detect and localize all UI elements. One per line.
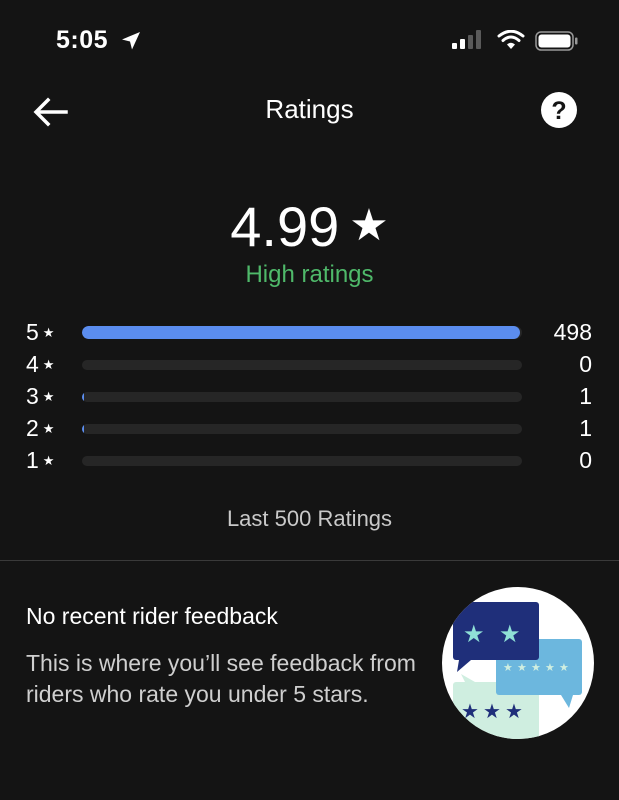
rating-number: 4.99 [230, 195, 340, 258]
bar-fill-2 [82, 424, 84, 434]
svg-text:★: ★ [463, 620, 485, 648]
bar-track-1 [82, 456, 522, 466]
row-label-2: 2 ★ [26, 415, 55, 441]
feedback-bubbles-illustration: ★ ★ ★ ★ ★ ★ ★ ★ ★ ★ [442, 587, 594, 739]
svg-text:★: ★ [483, 699, 501, 723]
section-divider [0, 560, 619, 561]
svg-text:?: ? [551, 97, 566, 125]
feedback-description: This is where you’ll see feedback from r… [26, 650, 416, 707]
count-3: 1 [579, 383, 592, 409]
count-5: 498 [553, 319, 592, 345]
svg-text:★: ★ [499, 620, 521, 648]
rating-value: 4.99 ★ [0, 194, 619, 259]
battery-icon [535, 31, 578, 51]
rating-quality-label: High ratings [245, 261, 374, 288]
row-label-1: 1 ★ [26, 447, 55, 473]
row-label-3: 3 ★ [26, 383, 55, 409]
bar-track-2 [82, 424, 522, 434]
bar-track-5 [82, 326, 522, 339]
svg-text:★: ★ [531, 661, 541, 674]
wifi-icon [497, 30, 525, 49]
row-label-5: 5 ★ [26, 319, 55, 345]
page-title: Ratings [265, 94, 354, 124]
svg-text:★: ★ [461, 699, 479, 723]
row-label-4: 4 ★ [26, 351, 55, 377]
cellular-signal-icon [452, 30, 481, 49]
svg-text:★: ★ [503, 661, 513, 674]
svg-text:★: ★ [545, 661, 555, 674]
bar-fill-3 [82, 392, 84, 402]
bar-track-3 [82, 392, 522, 402]
count-2: 1 [579, 415, 592, 441]
svg-text:★: ★ [559, 661, 569, 674]
help-icon[interactable]: ? [540, 91, 578, 129]
status-time: 5:05 [56, 26, 109, 54]
svg-text:★: ★ [517, 661, 527, 674]
ratings-count-note: Last 500 Ratings [226, 506, 393, 531]
count-1: 0 [579, 447, 592, 473]
bar-track-4 [82, 360, 522, 370]
feedback-title: No recent rider feedback [26, 603, 278, 629]
svg-text:★: ★ [505, 699, 523, 723]
bar-fill-5 [82, 326, 521, 339]
rating-star-icon: ★ [349, 201, 389, 250]
count-4: 0 [579, 351, 592, 377]
location-arrow-icon [122, 32, 140, 50]
